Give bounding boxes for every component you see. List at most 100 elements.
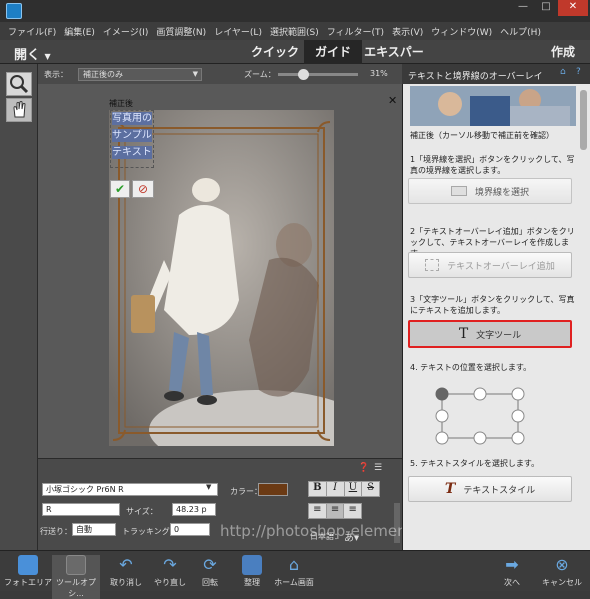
cancel-circle-icon[interactable]: ⊘: [132, 180, 154, 198]
help-icon[interactable]: ❓: [358, 463, 369, 473]
guide-scrollbar[interactable]: [580, 90, 587, 150]
redo-icon: ↷: [163, 555, 177, 574]
leading-label: 行送り：: [40, 527, 72, 536]
menu-enhance[interactable]: 画質調整(N): [152, 22, 210, 40]
rotate-label: 回転: [202, 578, 218, 587]
menu-bar: ファイル(F) 編集(E) イメージ(I) 画質調整(N) レイヤー(L) 選択…: [0, 22, 590, 40]
select-border-label: 境界線を選択: [474, 187, 529, 198]
type-tool-button[interactable]: T 文字ツール: [408, 320, 572, 348]
close-window-button[interactable]: ✕: [558, 0, 588, 16]
alignment-buttons: ≡ ≡ ≡: [308, 503, 362, 519]
italic-button[interactable]: I: [327, 482, 345, 496]
underline-button[interactable]: U: [345, 482, 363, 496]
view-label: 表示：: [44, 70, 68, 79]
menu-view[interactable]: 表示(V): [388, 22, 427, 40]
menu-edit[interactable]: 編集(E): [60, 22, 99, 40]
align-center-icon[interactable]: ≡: [326, 504, 345, 518]
step-5-text: 5. テキストスタイルを選択します。: [410, 459, 540, 468]
size-label: サイズ：: [126, 507, 158, 516]
text-position-grid[interactable]: [434, 386, 526, 446]
menu-image[interactable]: イメージ(I): [99, 22, 153, 40]
text-format-buttons: B I U S: [308, 481, 380, 497]
menu-window[interactable]: ウィンドウ(W): [427, 22, 496, 40]
view-select-value: 補正後のみ: [83, 70, 123, 79]
tab-expert[interactable]: エキスパート: [362, 40, 426, 83]
leading-value: 自動: [76, 525, 92, 534]
photo-bin-icon: [18, 555, 38, 575]
text-style-icon: T: [444, 481, 456, 497]
guide-preview-image: [410, 86, 576, 126]
menu-file[interactable]: ファイル(F): [4, 22, 60, 40]
overlay-text-line: 写真用の: [112, 112, 152, 125]
mode-bar: 開く ▼ クイック ガイド エキスパート 作成: [0, 40, 590, 83]
menu-select[interactable]: 選択範囲(S): [266, 22, 323, 40]
organizer-icon: [242, 555, 262, 575]
text-overlay-box[interactable]: 写真用の サンプル テキスト: [110, 110, 154, 168]
open-label: 開く: [14, 48, 41, 63]
text-overlay-icon: [425, 259, 440, 271]
type-tool-icon: T: [458, 326, 469, 342]
organize-label: 整理: [244, 578, 260, 587]
next-button[interactable]: ➡ 次へ: [488, 555, 536, 588]
commit-check-icon[interactable]: ✔: [110, 180, 130, 198]
text-color-swatch[interactable]: [258, 483, 288, 496]
zoom-tool-icon[interactable]: [6, 72, 32, 96]
help-guide-icon[interactable]: ?: [576, 67, 581, 77]
options-menu-icon[interactable]: ☰: [374, 463, 382, 473]
leading-select[interactable]: 自動: [72, 523, 116, 536]
menu-filter[interactable]: フィルター(T): [323, 22, 388, 40]
rotate-button[interactable]: ⟳ 回転: [186, 555, 234, 588]
tab-guide[interactable]: ガイド: [304, 40, 362, 64]
tool-options-label: ツールオプシ...: [56, 578, 96, 598]
text-style-button[interactable]: T テキストスタイル: [408, 476, 572, 502]
tool-options-button[interactable]: ツールオプシ...: [52, 555, 100, 599]
menu-layer[interactable]: レイヤー(L): [210, 22, 266, 40]
redo-label: やり直し: [154, 578, 186, 587]
tracking-select[interactable]: 0: [170, 523, 210, 536]
strikethrough-button[interactable]: S: [362, 482, 379, 496]
font-style-value: R: [46, 505, 52, 514]
add-text-overlay-button[interactable]: テキストオーバーレイ追加: [408, 252, 572, 278]
font-style-select[interactable]: R: [42, 503, 120, 516]
home-screen-button[interactable]: ⌂ ホーム画面: [268, 555, 320, 588]
title-bar: — □ ✕: [0, 0, 590, 22]
create-button[interactable]: 作成: [540, 40, 586, 64]
home-screen-label: ホーム画面: [274, 578, 314, 587]
tool-panel: [0, 64, 38, 550]
type-tool-label: 文字ツール: [476, 330, 522, 341]
cancel-icon: ⊗: [555, 555, 569, 574]
step-1-text: 1「境界線を選択」ボタンをクリックして、写真の境界線を選択します。: [410, 155, 575, 175]
text-style-label: テキストスタイル: [463, 485, 536, 496]
hand-tool-icon[interactable]: [6, 98, 32, 122]
bold-button[interactable]: B: [309, 482, 327, 496]
menu-help[interactable]: ヘルプ(H): [496, 22, 545, 40]
photo-area-button[interactable]: フォトエリア: [4, 555, 52, 588]
align-left-icon[interactable]: ≡: [309, 504, 327, 518]
select-border-button[interactable]: 境界線を選択: [408, 178, 572, 204]
undo-icon: ↶: [119, 555, 133, 574]
font-family-select[interactable]: 小塚ゴシック Pr6N R: [42, 483, 218, 496]
font-size-input[interactable]: 48.23 p: [172, 503, 216, 516]
open-button[interactable]: 開く ▼: [14, 44, 51, 63]
zoom-slider[interactable]: [278, 69, 358, 80]
maximize-button[interactable]: □: [535, 0, 557, 16]
arrow-right-icon: ➡: [505, 555, 519, 574]
tab-quick[interactable]: クイック: [246, 40, 304, 64]
chevron-down-icon: ▼: [44, 52, 51, 61]
home-guide-icon[interactable]: ⌂: [560, 67, 566, 77]
chevron-down-icon: ▼: [206, 483, 212, 491]
app-logo-icon: [6, 3, 22, 19]
align-right-icon[interactable]: ≡: [344, 504, 361, 518]
cancel-button[interactable]: ⊗ キャンセル: [538, 555, 586, 588]
minimize-button[interactable]: —: [512, 0, 534, 16]
zoom-slider-handle[interactable]: [297, 69, 309, 80]
guide-panel-header: テキストと境界線のオーバーレイ ⌂ ?: [402, 64, 590, 84]
close-icon[interactable]: ✕: [388, 94, 397, 107]
undo-button[interactable]: ↶ 取り消し: [102, 555, 150, 588]
overlay-text-line: テキスト: [112, 146, 152, 159]
rotate-icon: ⟳: [203, 555, 217, 574]
zoom-value: 31%: [370, 69, 388, 78]
view-select[interactable]: 補正後のみ ▼: [78, 68, 202, 81]
view-options-bar: 表示： 補正後のみ ▼ ズーム： 31%: [38, 64, 402, 84]
guide-title: テキストと境界線のオーバーレイ: [408, 72, 543, 82]
